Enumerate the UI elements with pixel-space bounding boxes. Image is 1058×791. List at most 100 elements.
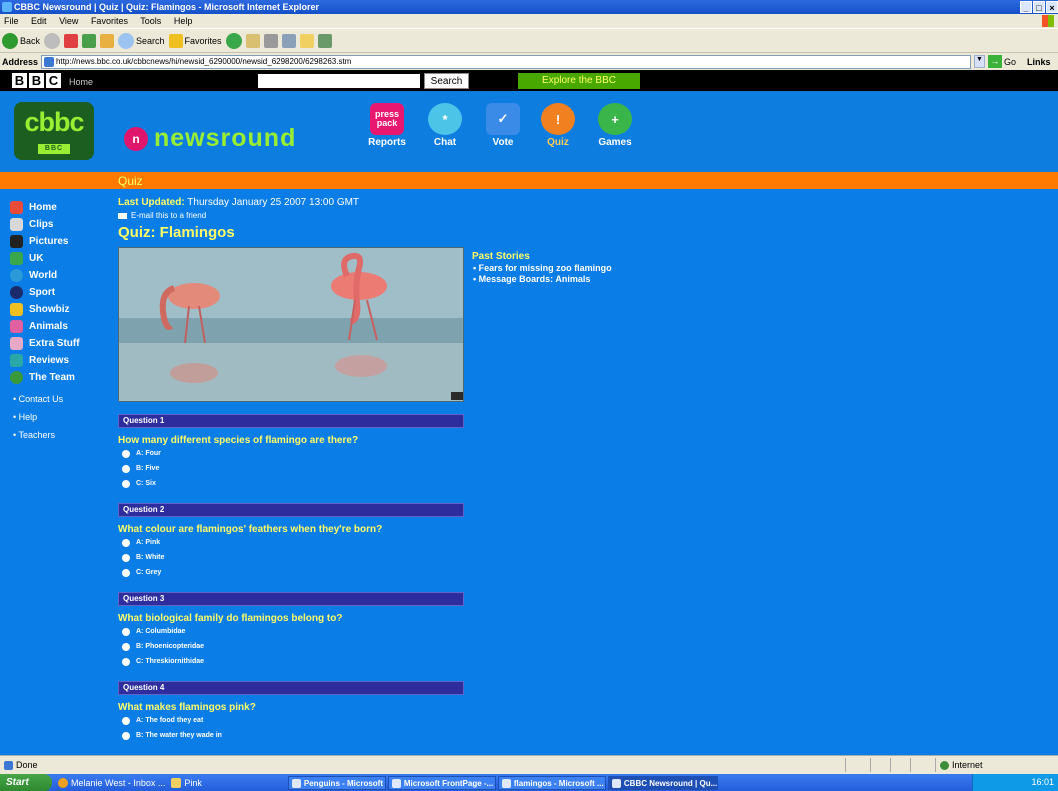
answer-option[interactable]: C: Six [118, 476, 464, 491]
radio-button[interactable] [122, 449, 130, 458]
nav-item-pictures[interactable]: Pictures [10, 233, 80, 250]
radio-button[interactable] [122, 568, 130, 577]
answer-option[interactable]: C: Grey [118, 565, 464, 580]
radio-button[interactable] [122, 464, 130, 473]
nav-reports[interactable]: press pack Reports [362, 103, 412, 148]
mail-icon[interactable] [245, 33, 260, 48]
past-story-link[interactable]: • Fears for missing zoo flamingo [473, 263, 632, 273]
last-updated: Last Updated: Thursday January 25 2007 1… [118, 197, 464, 208]
star-icon [168, 33, 183, 48]
answer-option[interactable]: B: Phoenicopteridae [118, 639, 464, 654]
maximize-button[interactable]: □ [1033, 1, 1045, 13]
answer-option[interactable]: A: Columbidae [118, 624, 464, 639]
minimize-button[interactable]: _ [1020, 1, 1032, 13]
nav-quiz[interactable]: ! Quiz [533, 103, 583, 148]
nav-item-reviews[interactable]: Reviews [10, 352, 80, 369]
sport-icon [10, 286, 23, 299]
close-button[interactable]: × [1046, 1, 1058, 13]
cbbc-logo[interactable]: cbbc BBC [14, 102, 94, 160]
menu-tools[interactable]: Tools [140, 16, 161, 26]
nav-item-animals[interactable]: Animals [10, 318, 80, 335]
favorites-button[interactable]: Favorites [168, 33, 222, 48]
messenger-icon[interactable] [317, 33, 332, 48]
folder-icon[interactable] [299, 33, 314, 48]
forward-button[interactable] [44, 32, 61, 49]
menu-edit[interactable]: Edit [31, 16, 47, 26]
answer-option[interactable]: C: Threskiornithidae [118, 654, 464, 669]
bbc-search-input[interactable] [258, 74, 420, 88]
nav-item-sport[interactable]: Sport [10, 284, 80, 301]
menu-view[interactable]: View [59, 16, 78, 26]
radio-button[interactable] [122, 731, 130, 740]
nav-item-home[interactable]: Home [10, 199, 80, 216]
bbc-search-button[interactable]: Search [424, 73, 469, 89]
quick-item-folder[interactable]: Pink [171, 777, 202, 788]
menu-help[interactable]: Help [174, 16, 193, 26]
radio-button[interactable] [122, 479, 130, 488]
nav-games[interactable]: + Games [590, 103, 640, 148]
quick-item-mail[interactable]: Melanie West - Inbox ... [58, 777, 165, 788]
page-done-icon [4, 760, 13, 770]
home-icon[interactable] [100, 33, 115, 48]
bbc-logo[interactable]: B B C [12, 73, 61, 88]
radio-button[interactable] [122, 716, 130, 725]
task-cbbc-newsround[interactable]: CBBC Newsround | Qu... [607, 775, 718, 790]
question-block-2: Question 2 What colour are flamingos' fe… [118, 503, 464, 580]
nav-item-clips[interactable]: Clips [10, 216, 80, 233]
status-divider [910, 758, 911, 772]
teachers-link[interactable]: • Teachers [10, 426, 80, 444]
back-button[interactable]: Back [2, 32, 41, 49]
address-input[interactable]: http://news.bbc.co.uk/cbbcnews/hi/newsid… [41, 54, 972, 69]
email-link[interactable]: E-mail this to a friend [118, 211, 464, 220]
address-label: Address [2, 56, 39, 67]
last-updated-label: Last Updated: [118, 197, 185, 208]
bbc-home-link[interactable]: Home [69, 77, 93, 87]
answer-option[interactable]: B: White [118, 550, 464, 565]
nav-vote[interactable]: ✓ Vote [478, 103, 528, 148]
task-frontpage[interactable]: Microsoft FrontPage -... [387, 775, 496, 790]
start-button[interactable]: Start [0, 774, 52, 791]
refresh-icon[interactable] [82, 33, 97, 48]
radio-button[interactable] [122, 538, 130, 547]
section-bar: Quiz [0, 172, 1058, 189]
radio-button[interactable] [122, 553, 130, 562]
radio-button[interactable] [122, 627, 130, 636]
bbc-logo-b2: B [29, 73, 44, 88]
answer-label: B: White [136, 554, 165, 561]
contact-us-link[interactable]: • Contact Us [10, 390, 80, 408]
radio-button[interactable] [122, 657, 130, 666]
answer-option[interactable]: A: Four [118, 446, 464, 461]
task-penguins[interactable]: Penguins - Microsoft ... [287, 775, 386, 790]
menu-file[interactable]: File [4, 16, 19, 26]
edit-icon[interactable] [281, 33, 296, 48]
address-dropdown-icon[interactable]: ▼ [974, 55, 986, 68]
answer-option[interactable]: A: Pink [118, 535, 464, 550]
quiz-icon: ! [541, 103, 575, 135]
page-icon [44, 56, 55, 67]
newsround-logo[interactable]: n newsround [124, 124, 296, 153]
history-icon[interactable] [225, 32, 242, 49]
radio-button[interactable] [122, 642, 130, 651]
print-icon[interactable] [263, 33, 278, 48]
links-button[interactable]: Links [1027, 57, 1051, 67]
search-button[interactable]: Search [118, 32, 165, 49]
past-story-link[interactable]: • Message Boards: Animals [473, 274, 632, 284]
nav-item-uk[interactable]: UK [10, 250, 80, 267]
menu-favorites[interactable]: Favorites [91, 16, 128, 26]
answer-option[interactable]: A: The food they eat [118, 713, 464, 728]
nav-chat[interactable]: * Chat [420, 103, 470, 148]
answer-option[interactable]: B: Five [118, 461, 464, 476]
explore-bbc-button[interactable]: Explore the BBC [518, 73, 640, 89]
nav-item-extra-stuff[interactable]: Extra Stuff [10, 335, 80, 352]
security-zone: Internet [940, 760, 983, 770]
task-flamingos[interactable]: flamingos - Microsoft ... [497, 775, 606, 790]
go-button[interactable]: → Go [988, 55, 1016, 68]
back-label: Back [20, 35, 41, 46]
stop-icon[interactable] [64, 33, 79, 48]
nav-item-showbiz[interactable]: Showbiz [10, 301, 80, 318]
nav-item-world[interactable]: World [10, 267, 80, 284]
nav-item-the-team[interactable]: The Team [10, 369, 80, 386]
question-header: Question 4 [118, 681, 464, 695]
answer-option[interactable]: B: The water they wade in [118, 728, 464, 743]
help-link[interactable]: • Help [10, 408, 80, 426]
